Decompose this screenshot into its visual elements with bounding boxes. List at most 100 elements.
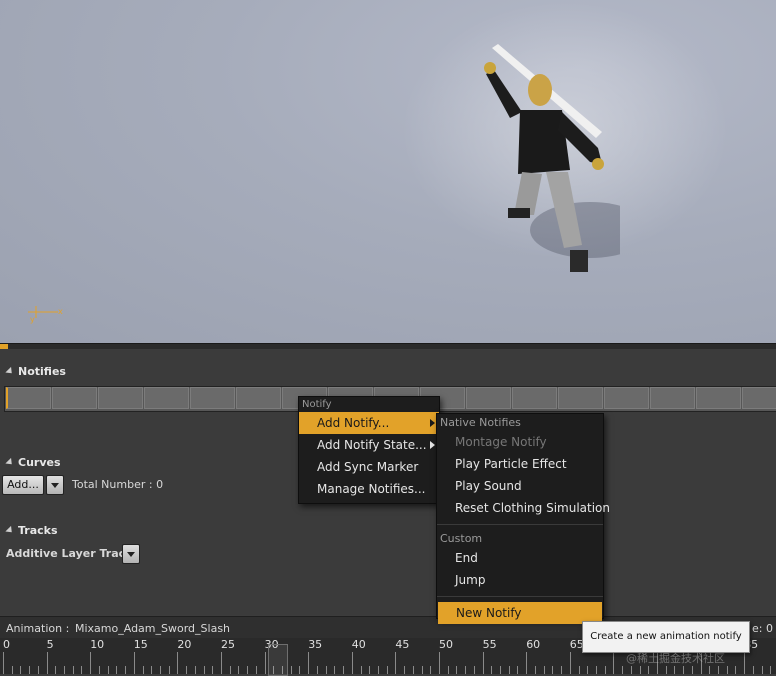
additive-layer-tracks-label: Additive Layer Tracks: [6, 547, 140, 560]
timeline-tick-label: 5: [46, 638, 54, 651]
menu-item-play-sound[interactable]: Play Sound: [437, 475, 603, 497]
timeline-tick-mark: [159, 666, 161, 674]
additive-tracks-dropdown[interactable]: [122, 544, 140, 564]
timeline-tick-mark: [569, 652, 571, 674]
timeline-tick-label: 50: [439, 638, 453, 651]
viewport[interactable]: x y: [0, 0, 776, 343]
notifies-section-header[interactable]: Notifies: [5, 365, 66, 378]
timeline-tick-mark: [709, 666, 711, 674]
menu-divider: [437, 596, 603, 597]
timeline-tick-mark: [247, 666, 249, 674]
status-right-fragment: e: 0: [752, 622, 773, 635]
menu-item-add-sync-marker[interactable]: Add Sync Marker: [299, 456, 439, 478]
timeline-tick-mark: [622, 666, 624, 674]
timeline-tick-mark: [552, 666, 554, 674]
menu-item-manage-notifies[interactable]: Manage Notifies...: [299, 478, 439, 500]
timeline-tick-mark: [491, 666, 493, 674]
timeline-tick-mark: [639, 666, 641, 674]
menu-item-montage-notify[interactable]: Montage Notify: [437, 431, 603, 453]
track-cell: [6, 387, 51, 409]
menu-header: Notify: [302, 399, 332, 410]
timeline-tick-mark: [3, 652, 4, 674]
timeline-tick-mark: [587, 666, 589, 674]
timeline-tick-mark: [430, 666, 432, 674]
timeline-tick-mark: [412, 666, 414, 674]
tooltip: Create a new animation notify: [582, 621, 750, 653]
menu-item-play-particle-effect[interactable]: Play Particle Effect: [437, 453, 603, 475]
track-cell: [512, 387, 557, 409]
timeline-tick-mark: [578, 666, 580, 674]
timeline-tick-mark: [125, 666, 127, 674]
timeline-tick-mark: [325, 666, 327, 674]
timeline-tick-mark: [761, 666, 763, 674]
timeline-tick-mark: [316, 666, 318, 674]
menu-divider: [437, 524, 603, 525]
tracks-section-header[interactable]: Tracks: [5, 524, 58, 537]
timeline-tick-mark: [81, 666, 83, 674]
timeline-tick-mark: [683, 666, 685, 674]
timeline-tick-mark: [752, 666, 754, 674]
timeline-tick-mark: [37, 666, 39, 674]
timeline-tick-mark: [360, 666, 362, 674]
timeline-tick-mark: [212, 666, 214, 674]
timeline-tick-mark: [186, 666, 188, 674]
track-cell: [98, 387, 143, 409]
timeline-tick-mark: [534, 666, 536, 674]
timeline-tick-mark: [11, 666, 13, 674]
track-cell: [742, 387, 776, 409]
timeline-tick-mark: [735, 666, 737, 674]
timeline-tick-mark: [377, 666, 379, 674]
timeline-tick-mark: [526, 652, 528, 674]
timeline-tick-label: 0: [3, 638, 10, 651]
timeline-tick-mark: [343, 666, 345, 674]
timeline-tick-mark: [229, 666, 231, 674]
menu-item-add-notify-state[interactable]: Add Notify State...: [299, 434, 439, 456]
add-curve-button[interactable]: Add...: [2, 475, 44, 495]
add-curve-dropdown[interactable]: [46, 475, 64, 495]
timeline-tick-mark: [142, 666, 144, 674]
timeline-tick-mark: [630, 666, 632, 674]
timeline-tick-mark: [561, 666, 563, 674]
submenu-arrow-icon: [430, 441, 435, 449]
timeline-tick-mark: [613, 652, 615, 674]
custom-header: Custom: [440, 532, 483, 545]
menu-item-reset-clothing-simulation[interactable]: Reset Clothing Simulation: [437, 497, 610, 519]
collapse-triangle-icon: [5, 457, 15, 468]
timeline-tick-mark: [543, 666, 545, 674]
timeline-tick-mark: [517, 666, 519, 674]
timeline-tick-mark: [116, 666, 118, 674]
timeline-tick-mark: [369, 666, 371, 674]
timeline-tick-mark: [334, 666, 336, 674]
submenu-arrow-icon: [430, 419, 435, 427]
timeline-tick-mark: [726, 666, 728, 674]
timeline-tick-mark: [351, 652, 353, 674]
timeline-tick-mark: [255, 666, 257, 674]
timeline-tick-mark: [221, 652, 222, 674]
timeline-tick-mark: [177, 652, 179, 674]
timeline-tick-mark: [744, 652, 746, 674]
menu-item-jump[interactable]: Jump: [437, 569, 603, 591]
timeline-tick-mark: [55, 666, 57, 674]
menu-item-add-notify[interactable]: Add Notify...: [299, 412, 439, 434]
timeline-tick-mark: [386, 666, 388, 674]
timeline-tick-mark: [604, 666, 606, 674]
timeline-tick-mark: [395, 652, 397, 674]
timeline-tick-mark: [90, 652, 92, 674]
curves-section-header[interactable]: Curves: [5, 456, 61, 469]
animation-name: Mixamo_Adam_Sword_Slash: [75, 622, 231, 635]
timeline-tick-label: 10: [90, 638, 105, 651]
timeline-tick-mark: [168, 666, 170, 674]
collapse-triangle-icon: [5, 366, 15, 377]
timeline-tick-mark: [648, 666, 650, 674]
timeline-tick-mark: [238, 666, 240, 674]
watermark: @稀土掘金技术社区: [626, 652, 725, 665]
timeline-tick-label: 55: [482, 638, 497, 651]
playhead[interactable]: [268, 644, 288, 676]
timeline-tick-mark: [133, 652, 135, 674]
tracks-title: Tracks: [18, 524, 58, 537]
menu-item-end[interactable]: End: [437, 547, 603, 569]
timeline-tick-mark: [665, 666, 667, 674]
collapse-triangle-icon: [5, 525, 15, 536]
notifies-title: Notifies: [18, 365, 66, 378]
menu-item-new-notify[interactable]: New Notify: [438, 602, 602, 624]
